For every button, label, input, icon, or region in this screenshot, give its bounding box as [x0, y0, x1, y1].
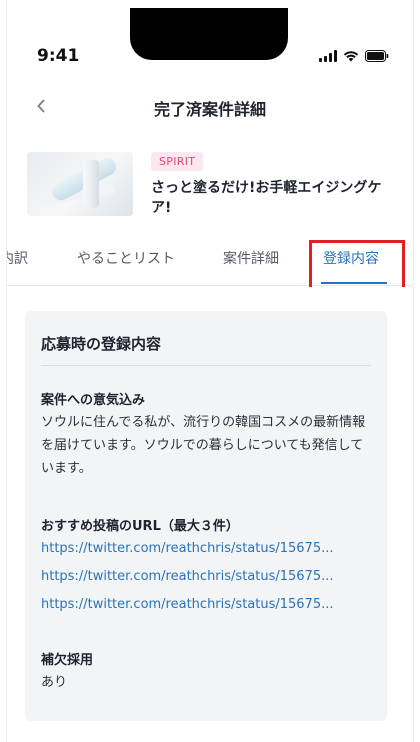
- status-icons: [319, 50, 389, 62]
- divider: [41, 365, 371, 366]
- page-title: 完了済案件詳細: [153, 100, 266, 119]
- status-time: 9:41: [37, 46, 80, 66]
- phone-screen: 9:41 完了済案件詳細 SPIRIT さっと塗るだけ!お手軽エイジングケア! …: [6, 0, 414, 742]
- highlight-box: [309, 240, 405, 294]
- post-url-link[interactable]: https://twitter.com/reathchris/status/15…: [41, 541, 373, 556]
- wifi-icon: [343, 50, 359, 62]
- device-notch: [130, 8, 288, 60]
- motivation-text: ソウルに住んでる私が、流行りの韓国コスメの最新情報を届けています。ソウルでの暮ら…: [41, 415, 366, 476]
- backup-value: あり: [41, 675, 68, 690]
- tab-todo-list[interactable]: やることリスト: [77, 248, 175, 268]
- post-url-link[interactable]: https://twitter.com/reathchris/status/15…: [41, 569, 373, 584]
- signal-icon: [319, 50, 337, 62]
- status-bar: 9:41: [7, 0, 413, 80]
- brand-badge: SPIRIT: [151, 152, 204, 171]
- motivation-label: 案件への意気込み: [41, 393, 146, 408]
- content-area: 応募時の登録内容 案件への意気込み ソウルに住んでる私が、流行りの韓国コスメの最…: [7, 287, 413, 742]
- campaign-summary[interactable]: SPIRIT さっと塗るだけ!お手軽エイジングケア!: [27, 150, 397, 216]
- campaign-title: さっと塗るだけ!お手軽エイジングケア!: [151, 180, 382, 216]
- nav-header: 完了済案件詳細: [7, 84, 413, 128]
- backup-label: 補欠採用: [41, 653, 94, 668]
- product-thumbnail: [27, 152, 133, 216]
- tab-campaign-detail[interactable]: 案件詳細: [223, 248, 279, 268]
- card-heading: 応募時の登録内容: [41, 335, 162, 353]
- urls-label: おすすめ投稿のURL（最大３件）: [41, 519, 239, 534]
- post-url-link[interactable]: https://twitter.com/reathchris/status/15…: [41, 597, 373, 612]
- registration-card: 応募時の登録内容 案件への意気込み ソウルに住んでる私が、流行りの韓国コスメの最…: [25, 311, 387, 721]
- tab-breakdown[interactable]: 内訳: [7, 248, 28, 268]
- battery-icon: [365, 50, 389, 62]
